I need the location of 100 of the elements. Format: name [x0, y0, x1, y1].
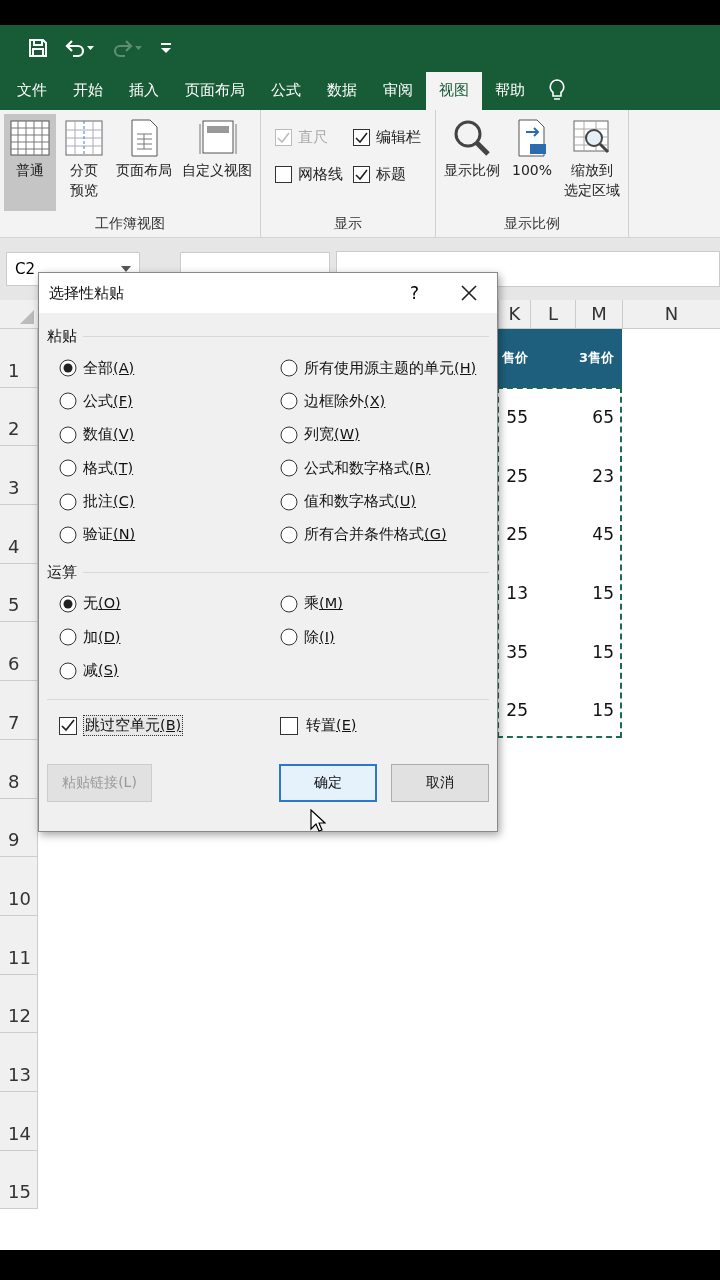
radio-option[interactable]: 公式(F)	[59, 391, 133, 412]
table-cell-text: 45	[591, 523, 615, 547]
table-cell-text: 25	[505, 699, 529, 723]
section-label: 粘贴	[47, 327, 77, 346]
ribbon-tab[interactable]: 文件	[4, 72, 60, 110]
ribbon-tab[interactable]: 页面布局	[172, 72, 258, 110]
undo-icon[interactable]	[64, 37, 96, 58]
row-header[interactable]: 15	[0, 1150, 38, 1210]
row-header[interactable]: 5	[0, 563, 38, 623]
radio-option[interactable]: 列宽(W)	[280, 424, 360, 445]
radio-option[interactable]: 公式和数字格式(R)	[280, 458, 431, 479]
radio-icon[interactable]	[59, 392, 77, 411]
radio-icon[interactable]	[59, 525, 77, 544]
radio-option[interactable]: 减(S)	[59, 660, 119, 681]
ribbon-button[interactable]: 100%	[506, 114, 558, 211]
radio-icon[interactable]	[280, 392, 298, 411]
table-cell-text: 15	[591, 582, 615, 606]
row-header[interactable]: 14	[0, 1091, 38, 1151]
radio-option[interactable]: 验证(N)	[59, 524, 136, 545]
radio-option[interactable]: 批注(C)	[59, 491, 135, 512]
radio-option[interactable]: 值和数字格式(U)	[280, 491, 416, 512]
ribbon-checkbox[interactable]: 标题	[353, 165, 421, 184]
radio-option[interactable]: 所有合并条件格式(G)	[280, 524, 447, 545]
row-header[interactable]: 2	[0, 387, 38, 447]
table-cell-text: 25	[505, 464, 529, 488]
radio-icon[interactable]	[280, 594, 298, 613]
radio-option[interactable]: 除(I)	[280, 627, 335, 648]
ribbon-tab[interactable]: 数据	[314, 72, 370, 110]
radio-option[interactable]: 数值(V)	[59, 424, 135, 445]
checkbox-icon[interactable]	[353, 166, 370, 183]
row-header[interactable]: 10	[0, 857, 38, 916]
ribbon-button[interactable]: 显示比例	[440, 114, 504, 211]
radio-option[interactable]: 格式(T)	[59, 458, 134, 479]
table-cell-text: 15	[591, 640, 615, 664]
column-header[interactable]: M	[575, 300, 622, 328]
radio-option[interactable]: 乘(M)	[280, 593, 343, 614]
save-icon[interactable]	[28, 37, 48, 58]
row-header[interactable]: 8	[0, 739, 38, 799]
ribbon-button[interactable]: 分页 预览	[58, 114, 110, 211]
radio-icon[interactable]	[59, 359, 77, 377]
customize-icon[interactable]	[160, 40, 172, 55]
radio-icon[interactable]	[59, 425, 77, 444]
column-header[interactable]: L	[530, 300, 575, 328]
page-break-grid-icon	[64, 118, 104, 158]
radio-option[interactable]: 加(D)	[59, 627, 121, 648]
ribbon-button[interactable]: 自定义视图	[178, 114, 256, 211]
dialog-button[interactable]: 取消	[391, 763, 489, 802]
row-header[interactable]: 3	[0, 446, 38, 506]
row-header[interactable]: 9	[0, 798, 38, 858]
row-header[interactable]: 1	[0, 329, 38, 388]
table-cell: 3售价	[575, 329, 622, 388]
lightbulb-icon[interactable]	[548, 78, 566, 102]
column-header[interactable]: N	[622, 300, 720, 328]
radio-icon[interactable]	[59, 459, 77, 478]
radio-option[interactable]: 无(O)	[59, 593, 121, 614]
help-button[interactable]: ?	[405, 283, 423, 303]
close-icon[interactable]	[461, 285, 477, 301]
checkbox-icon[interactable]	[59, 716, 77, 735]
ribbon-tab[interactable]: 插入	[116, 72, 172, 110]
checkbox-icon[interactable]	[353, 129, 370, 146]
checkbox-icon[interactable]	[275, 166, 292, 183]
ribbon-checkbox[interactable]: 网格线	[275, 165, 343, 184]
checkbox-icon[interactable]	[280, 716, 298, 735]
row-header[interactable]: 6	[0, 622, 38, 682]
radio-icon[interactable]	[280, 525, 298, 544]
row-header[interactable]: 11	[0, 915, 38, 975]
table-cell-text: 15	[591, 699, 615, 723]
ribbon-tab[interactable]: 视图	[426, 72, 482, 110]
ribbon-tab[interactable]: 帮助	[482, 72, 538, 110]
radio-icon[interactable]	[59, 594, 77, 613]
table-cell-text: 55	[505, 406, 529, 430]
radio-icon[interactable]	[280, 459, 298, 478]
ribbon-tab[interactable]: 公式	[258, 72, 314, 110]
radio-icon[interactable]	[280, 425, 298, 444]
row-header[interactable]: 7	[0, 681, 38, 740]
row-header[interactable]: 12	[0, 974, 38, 1034]
dialog-title: 选择性粘贴	[49, 283, 125, 303]
radio-icon[interactable]	[59, 628, 77, 647]
checkbox-option[interactable]: 转置(E)	[280, 715, 359, 736]
ribbon-button[interactable]: 页面布局	[112, 114, 176, 211]
row-header[interactable]: 13	[0, 1033, 38, 1092]
ribbon-button[interactable]: 普通	[4, 114, 56, 211]
ribbon-checkbox[interactable]: 编辑栏	[353, 128, 421, 147]
table-cell: 售价	[498, 329, 530, 388]
dialog-button[interactable]: 确定	[279, 763, 377, 802]
radio-icon[interactable]	[280, 359, 298, 377]
table-cell-text: 35	[505, 640, 529, 664]
radio-icon[interactable]	[280, 492, 298, 511]
radio-option[interactable]: 边框除外(X)	[280, 391, 386, 412]
group-title: 显示比例	[503, 214, 561, 233]
ribbon-tab[interactable]: 审阅	[370, 72, 426, 110]
radio-option[interactable]: 所有使用源主题的单元(H)	[280, 358, 477, 378]
ribbon-tab[interactable]: 开始	[60, 72, 116, 110]
radio-icon[interactable]	[280, 628, 298, 647]
radio-option[interactable]: 全部(A)	[59, 358, 135, 378]
row-header[interactable]: 4	[0, 505, 38, 564]
ribbon-button[interactable]: 缩放到 选定区域	[560, 114, 624, 211]
magnifier-icon	[452, 118, 492, 158]
radio-icon[interactable]	[59, 661, 77, 680]
radio-icon[interactable]	[59, 492, 77, 511]
